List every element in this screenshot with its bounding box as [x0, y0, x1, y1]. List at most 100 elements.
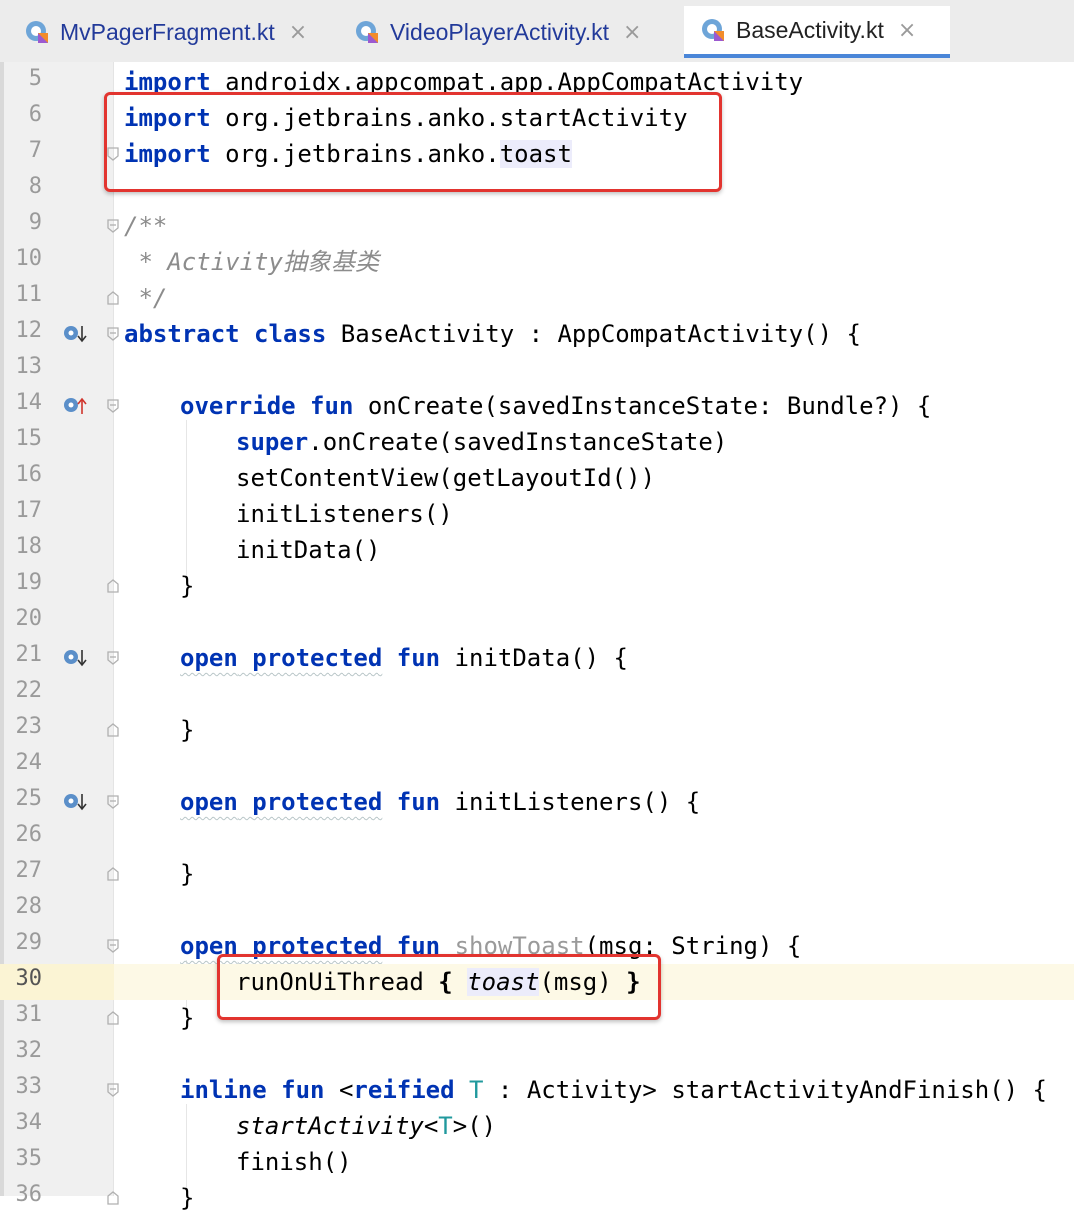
- editor-tab-bar: MvPagerFragment.kt × VideoPlayerActivity…: [0, 0, 1074, 62]
- keyword: protected: [252, 644, 383, 672]
- code-text: }: [180, 1004, 195, 1032]
- line-number: 13: [15, 354, 43, 379]
- fold-marker-icon[interactable]: [106, 1190, 120, 1206]
- keyword: class: [254, 320, 327, 348]
- code-line[interactable]: 12 abstract class BaseActivity : AppComp…: [0, 316, 1074, 352]
- line-number: 28: [15, 894, 43, 919]
- line-number: 25: [15, 786, 43, 811]
- line-number: 27: [15, 858, 43, 883]
- line-number: 26: [15, 822, 43, 847]
- code-line[interactable]: 26: [0, 820, 1074, 856]
- code-line[interactable]: 28: [0, 892, 1074, 928]
- annotation-box-runonuithread: [217, 954, 661, 1020]
- code-line[interactable]: 11 */: [0, 280, 1074, 316]
- line-number: 8: [28, 174, 42, 199]
- line-number: 14: [15, 390, 43, 415]
- code-text: }: [180, 860, 195, 888]
- code-line[interactable]: 25 open protected fun initListeners() {: [0, 784, 1074, 820]
- code-line[interactable]: 24: [0, 748, 1074, 784]
- fold-marker-icon[interactable]: [106, 1010, 120, 1026]
- code-line[interactable]: 15 super.onCreate(savedInstanceState): [0, 424, 1074, 460]
- code-line[interactable]: 27 }: [0, 856, 1074, 892]
- tab-label: VideoPlayerActivity.kt: [390, 18, 610, 45]
- code-text: <: [423, 1112, 439, 1140]
- type-parameter: T: [469, 1076, 484, 1104]
- code-text: initData(): [236, 536, 381, 564]
- keyword: fun: [396, 644, 441, 672]
- fold-marker-icon[interactable]: [106, 290, 120, 306]
- kotlin-file-icon: [700, 17, 726, 43]
- code-text: onCreate(savedInstanceState: Bundle?) {: [353, 392, 932, 420]
- implemented-down-icon[interactable]: [62, 790, 88, 816]
- line-number: 12: [15, 318, 43, 343]
- implemented-down-icon[interactable]: [62, 322, 88, 348]
- code-line[interactable]: 10 * Activity抽象基类: [0, 244, 1074, 280]
- fold-marker-icon[interactable]: [106, 938, 120, 954]
- fold-marker-icon[interactable]: [106, 794, 120, 810]
- line-number: 9: [28, 210, 42, 235]
- code-line[interactable]: 33 inline fun <reified T : Activity> sta…: [0, 1072, 1074, 1108]
- code-text: : Activity> startActivityAndFinish() {: [483, 1076, 1048, 1104]
- code-line[interactable]: 34 startActivity<T>(): [0, 1108, 1074, 1144]
- code-text: finish(): [236, 1148, 352, 1176]
- code-line[interactable]: 9 /**: [0, 208, 1074, 244]
- close-tab-icon[interactable]: ×: [898, 18, 916, 43]
- fold-marker-icon[interactable]: [106, 866, 120, 882]
- line-number: 34: [15, 1110, 43, 1135]
- code-editor[interactable]: 5 import androidx.appcompat.app.AppCompa…: [0, 62, 1074, 1212]
- tab-videoplayeractivity[interactable]: VideoPlayerActivity.kt ×: [350, 6, 680, 58]
- type-parameter: T: [438, 1112, 453, 1140]
- code-text: BaseActivity : AppCompatActivity() {: [326, 320, 861, 348]
- fold-marker-icon[interactable]: [106, 722, 120, 738]
- code-text: >(): [452, 1112, 497, 1140]
- annotation-box-imports: [104, 92, 722, 192]
- line-number: 16: [15, 462, 43, 487]
- code-line[interactable]: 21 open protected fun initData() {: [0, 640, 1074, 676]
- code-text: initData() {: [440, 644, 628, 672]
- keyword: fun: [310, 392, 354, 420]
- code-line[interactable]: 23 }: [0, 712, 1074, 748]
- code-line[interactable]: 32: [0, 1036, 1074, 1072]
- line-number: 22: [15, 678, 43, 703]
- line-number: 15: [15, 426, 43, 451]
- code-line[interactable]: 35 finish(): [0, 1144, 1074, 1180]
- code-line[interactable]: 36 }: [0, 1180, 1074, 1216]
- fold-marker-icon[interactable]: [106, 218, 120, 234]
- code-line[interactable]: 20: [0, 604, 1074, 640]
- keyword: super: [236, 428, 309, 456]
- fold-marker-icon[interactable]: [106, 1082, 120, 1098]
- code-line[interactable]: 18 initData(): [0, 532, 1074, 568]
- code-text: }: [180, 572, 195, 600]
- code-line[interactable]: 14 override fun onCreate(savedInstanceSt…: [0, 388, 1074, 424]
- tab-baseactivity[interactable]: BaseActivity.kt ×: [684, 6, 950, 58]
- line-number: 33: [15, 1074, 43, 1099]
- code-line[interactable]: 13: [0, 352, 1074, 388]
- tab-mvpagerfragment[interactable]: MvPagerFragment.kt ×: [20, 6, 336, 58]
- fold-marker-icon[interactable]: [106, 578, 120, 594]
- code-line[interactable]: 22: [0, 676, 1074, 712]
- overrides-up-icon[interactable]: [62, 394, 88, 420]
- close-tab-icon[interactable]: ×: [623, 20, 641, 45]
- keyword: protected: [252, 788, 383, 816]
- fold-marker-icon[interactable]: [106, 398, 120, 414]
- code-line[interactable]: 17 initListeners(): [0, 496, 1074, 532]
- kotlin-file-icon: [24, 19, 50, 45]
- fold-marker-icon[interactable]: [106, 650, 120, 666]
- line-number: 20: [15, 606, 43, 631]
- kotlin-file-icon: [354, 19, 380, 45]
- line-number: 35: [15, 1146, 43, 1171]
- doc-comment: */: [124, 284, 168, 312]
- code-line[interactable]: 19 }: [0, 568, 1074, 604]
- keyword: open: [180, 644, 238, 672]
- line-number: 18: [15, 534, 43, 559]
- line-number: 31: [15, 1002, 43, 1027]
- line-number: 11: [15, 282, 43, 307]
- implemented-down-icon[interactable]: [62, 646, 88, 672]
- keyword: fun: [396, 788, 441, 816]
- line-number: 29: [15, 930, 43, 955]
- close-tab-icon[interactable]: ×: [289, 20, 307, 45]
- code-line[interactable]: 16 setContentView(getLayoutId()): [0, 460, 1074, 496]
- fold-marker-icon[interactable]: [106, 326, 120, 342]
- function-call: startActivity: [236, 1112, 424, 1140]
- doc-comment: /**: [124, 212, 168, 240]
